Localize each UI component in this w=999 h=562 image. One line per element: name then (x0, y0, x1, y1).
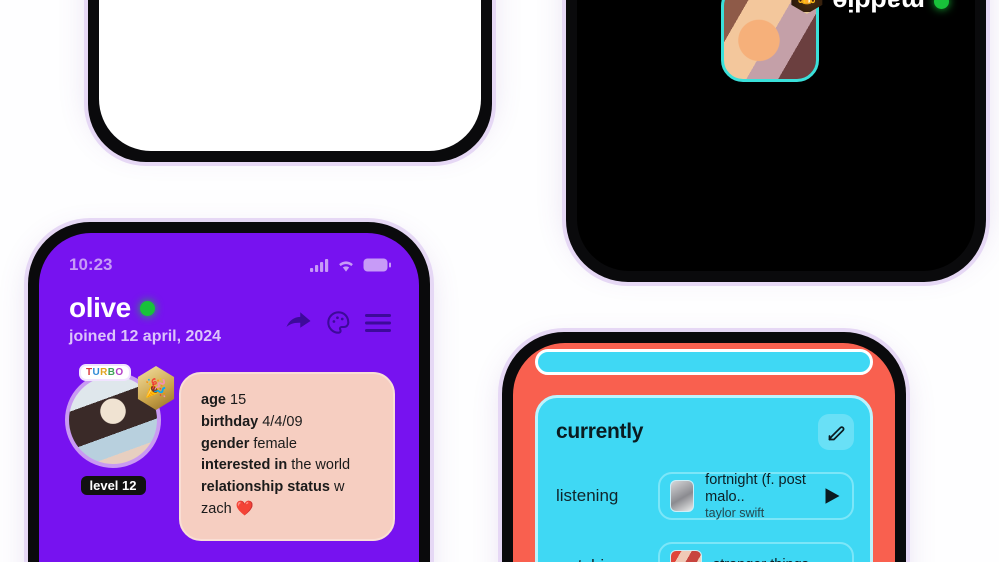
status-time: 10:23 (69, 255, 113, 274)
online-status-dot (934, 0, 949, 9)
info-value: female (253, 435, 297, 452)
currently-row-watching[interactable]: watching stranger things (556, 542, 854, 562)
currently-row-listening[interactable]: listening fortnight (f. post malo.. tayl… (556, 472, 854, 520)
screenshot-stage: now tz friends only everyone (0, 0, 999, 562)
wifi-icon (337, 258, 355, 272)
play-icon[interactable] (823, 483, 842, 509)
info-label: age (201, 392, 226, 408)
profile-joined-date: joined 12 april, 2024 (69, 328, 222, 345)
olive-profile-screen: 10:23 olive joined 12 april, 2024 TURBO … (39, 233, 419, 562)
palette-icon[interactable] (326, 310, 351, 335)
status-bar: 10:23 (39, 233, 419, 275)
row-label: listening (556, 486, 619, 505)
profile-header: olive joined 12 april, 2024 (39, 275, 419, 346)
menu-icon[interactable] (365, 313, 391, 333)
row-primary-text: fortnight (f. post malo.. (705, 471, 806, 505)
info-label: relationship status (201, 479, 330, 495)
profile-info-card: age 15 birthday 4/4/09 gender female int… (179, 372, 395, 541)
info-row: age 15 (201, 390, 375, 412)
section-title: currently (556, 420, 644, 443)
row-label: watching (556, 556, 642, 562)
info-label: interested in (201, 457, 288, 474)
phone-mockup-maddie: maddie № 1281 🏆 level 8 relationship sta… (566, 0, 986, 282)
info-row: interested in the world (201, 455, 375, 477)
info-row: birthday 4/4/09 (201, 412, 375, 434)
updates-screen: now tz friends only everyone (99, 0, 481, 151)
currently-card: currently listening fortnight (f. post m… (535, 395, 873, 562)
phone-mockup-updates: now tz friends only everyone (88, 0, 492, 162)
album-art (670, 480, 695, 512)
profile-level-label: level 12 (80, 476, 146, 495)
edit-icon[interactable] (818, 414, 854, 450)
turbo-badge: TURBO (79, 364, 131, 381)
maddie-profile-screen: maddie № 1281 🏆 level 8 relationship sta… (577, 0, 975, 271)
phone-mockup-olive: 10:23 olive joined 12 april, 2024 TURBO … (28, 222, 430, 562)
info-value: 15 (230, 392, 247, 408)
info-label: birthday (201, 413, 259, 430)
info-row: relationship status w zach ❤️ (201, 477, 375, 521)
row-secondary-text: taylor swift (705, 505, 765, 520)
info-row: gender female (201, 434, 375, 456)
row-primary-text: stranger things (713, 557, 809, 562)
profile-username: olive (69, 292, 131, 323)
share-icon[interactable] (285, 311, 312, 335)
currently-screen: currently listening fortnight (f. post m… (513, 343, 895, 562)
signal-icon (310, 258, 329, 272)
battery-icon (363, 258, 391, 272)
info-value: 4/4/09 (262, 413, 303, 430)
profile-header: maddie № 1281 🏆 level 8 (577, 0, 975, 82)
info-value: the world (291, 457, 351, 474)
online-status-dot (139, 300, 155, 316)
avatar[interactable]: TURBO 🎉 level 12 (65, 364, 175, 541)
profile-username: maddie (832, 0, 925, 17)
top-pill-card (535, 349, 873, 375)
avatar[interactable]: 🏆 (720, 0, 819, 82)
info-label: gender (201, 435, 250, 452)
phone-mockup-currently: currently listening fortnight (f. post m… (502, 332, 906, 562)
show-art (670, 550, 702, 562)
